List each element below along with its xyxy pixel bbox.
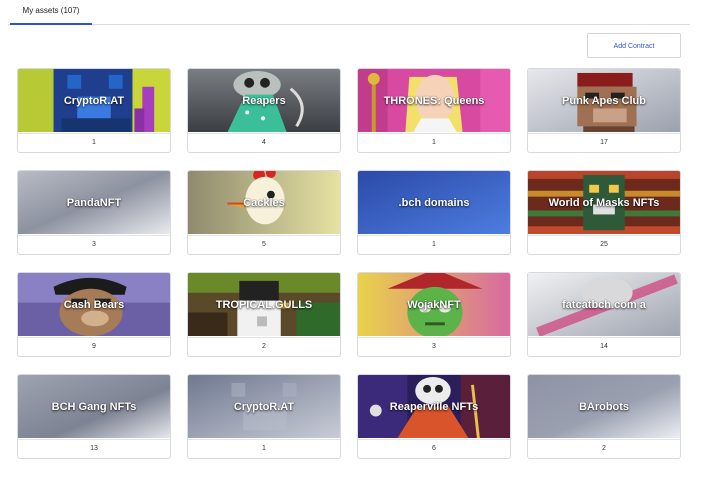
collection-card[interactable]: PandaNFT 3 — [17, 170, 171, 255]
collection-banner: fatcatbch.com a — [528, 273, 680, 337]
collection-banner: PandaNFT — [18, 171, 170, 235]
collection-count: 2 — [528, 439, 680, 458]
collection-count: 3 — [18, 235, 170, 254]
collection-name: TROPICAL.GULLS — [215, 299, 313, 311]
collection-card[interactable]: Reaperville NFTs 6 — [357, 374, 511, 459]
collection-banner: Cash Bears — [18, 273, 170, 337]
collection-card[interactable]: WojakNFT 3 — [357, 272, 511, 357]
tab-bar: My assets (107) — [8, 0, 690, 25]
collection-banner: CryptoR.AT — [188, 375, 340, 439]
collection-name: fatcatbch.com a — [562, 299, 646, 311]
collection-count: 1 — [358, 235, 510, 254]
collection-banner: Reaperville NFTs — [358, 375, 510, 439]
collection-card[interactable]: Reapers 4 — [187, 68, 341, 153]
collection-banner: BCH Gang NFTs — [18, 375, 170, 439]
collection-name: CryptoR.AT — [63, 95, 125, 107]
collection-name: WojakNFT — [407, 299, 461, 311]
collection-card[interactable]: THRONES: Queens 1 — [357, 68, 511, 153]
collection-card[interactable]: World of Masks NFTs 25 — [527, 170, 681, 255]
collection-name: Reaperville NFTs — [389, 401, 479, 413]
collection-count: 4 — [188, 133, 340, 152]
collection-card[interactable]: CryptoR.AT 1 — [17, 68, 171, 153]
collection-name: Cackles — [243, 197, 285, 209]
collection-count: 3 — [358, 337, 510, 356]
collection-card[interactable]: TROPICAL.GULLS 2 — [187, 272, 341, 357]
collection-banner: Cackles — [188, 171, 340, 235]
tab-my-assets[interactable]: My assets (107) — [10, 0, 92, 25]
collection-banner: World of Masks NFTs — [528, 171, 680, 235]
collection-name: PandaNFT — [66, 197, 122, 209]
collection-count: 25 — [528, 235, 680, 254]
collection-count: 9 — [18, 337, 170, 356]
collection-card[interactable]: .bch domains 1 — [357, 170, 511, 255]
collection-name: Reapers — [242, 95, 286, 107]
collection-name: BCH Gang NFTs — [51, 401, 137, 413]
collection-card[interactable]: CryptoR.AT 1 — [187, 374, 341, 459]
collection-banner: WojakNFT — [358, 273, 510, 337]
collection-count: 1 — [188, 439, 340, 458]
collection-name: CryptoR.AT — [233, 401, 295, 413]
collection-banner: Punk Apes Club — [528, 69, 680, 133]
collection-banner: Reapers — [188, 69, 340, 133]
collection-count: 6 — [358, 439, 510, 458]
collection-grid: CryptoR.AT 1 Reapers 4 THRONES: Queens 1… — [17, 68, 682, 459]
collection-card[interactable]: Punk Apes Club 17 — [527, 68, 681, 153]
collection-name: World of Masks NFTs — [548, 197, 660, 209]
collection-banner: BArobots — [528, 375, 680, 439]
collection-card[interactable]: Cackles 5 — [187, 170, 341, 255]
collection-name: Cash Bears — [63, 299, 125, 311]
collection-count: 5 — [188, 235, 340, 254]
collection-card[interactable]: BCH Gang NFTs 13 — [17, 374, 171, 459]
collection-banner: TROPICAL.GULLS — [188, 273, 340, 337]
collection-card[interactable]: Cash Bears 9 — [17, 272, 171, 357]
collection-count: 14 — [528, 337, 680, 356]
collection-name: .bch domains — [398, 197, 470, 209]
collection-name: BArobots — [578, 401, 630, 413]
collection-banner: THRONES: Queens — [358, 69, 510, 133]
collection-count: 17 — [528, 133, 680, 152]
collection-banner: CryptoR.AT — [18, 69, 170, 133]
collection-count: 1 — [358, 133, 510, 152]
collection-banner: .bch domains — [358, 171, 510, 235]
add-contract-button[interactable]: Add Contract — [587, 33, 681, 58]
collection-count: 2 — [188, 337, 340, 356]
collection-card[interactable]: BArobots 2 — [527, 374, 681, 459]
collection-card[interactable]: fatcatbch.com a 14 — [527, 272, 681, 357]
collection-count: 13 — [18, 439, 170, 458]
collection-name: Punk Apes Club — [562, 95, 646, 107]
collection-name: THRONES: Queens — [383, 95, 485, 107]
collection-count: 1 — [18, 133, 170, 152]
